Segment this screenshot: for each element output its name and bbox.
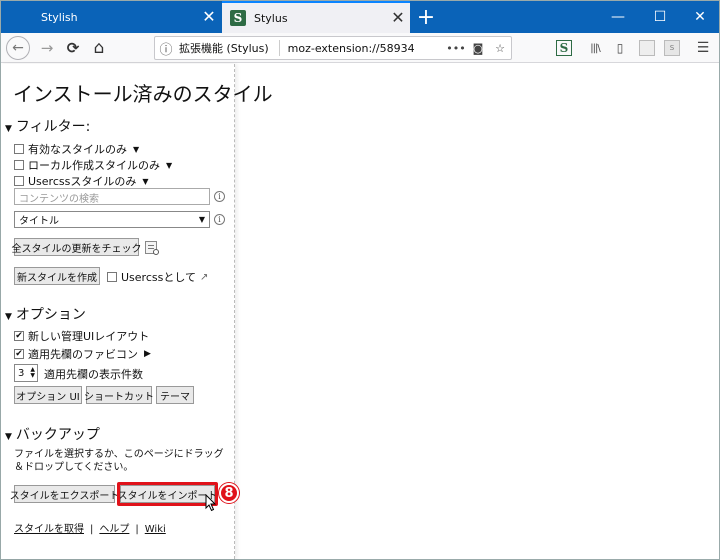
dropdown-caret-icon[interactable]: ▼ — [142, 177, 148, 186]
home-button[interactable]: ⌂ — [87, 36, 111, 60]
separator: | — [135, 524, 139, 535]
chevron-down-icon: ▼ — [198, 215, 205, 224]
close-icon[interactable]: ✕ — [197, 9, 221, 25]
forward-button[interactable]: → — [35, 36, 59, 60]
backup-description: ファイルを選択するか、このページにドラッグ＆ドロップしてください。 — [14, 449, 224, 473]
library-icon[interactable]: |||\ — [587, 40, 603, 56]
checkbox-label: 有効なスタイルのみ — [28, 143, 127, 156]
hamburger-menu-icon[interactable]: ☰ — [695, 40, 711, 56]
filter-usercss-only[interactable]: Usercssスタイルのみ ▼ — [14, 173, 149, 189]
checkbox[interactable] — [14, 160, 24, 170]
title-bar: Stylish ✕ S Stylus ✕ + — ☐ ✕ — [1, 1, 719, 33]
collapse-triangle-icon: ▼ — [5, 124, 12, 134]
checkbox-label: ローカル作成スタイルのみ — [28, 159, 160, 172]
get-styles-link[interactable]: スタイルを取得 — [14, 524, 84, 535]
maximize-button[interactable]: ☐ — [639, 1, 681, 33]
checkbox-label: 適用先欄のファビコン — [28, 348, 138, 361]
checkbox-checked[interactable]: ✔ — [14, 349, 24, 359]
extension-s-icon[interactable]: s — [664, 40, 680, 56]
page-content: インストール済みのスタイル ▼ フィルター: 有効なスタイルのみ ▼ ローカル作成… — [1, 64, 719, 559]
targets-count-label: 適用先欄の表示件数 — [44, 368, 143, 381]
check-updates-button[interactable]: 全スタイルの更新をチェック — [12, 238, 142, 256]
checkbox-checked[interactable]: ✔ — [14, 331, 24, 341]
sort-select[interactable]: タイトル ▼ — [14, 211, 210, 228]
checkbox[interactable] — [14, 144, 24, 154]
info-icon[interactable]: i — [214, 191, 225, 202]
close-icon[interactable]: ✕ — [386, 10, 410, 26]
new-tab-button[interactable]: + — [411, 1, 441, 33]
url-text[interactable]: moz-extension://58934 — [280, 42, 445, 55]
filter-heading-label: フィルター: — [15, 119, 91, 135]
separator: | — [90, 524, 94, 535]
tab-stylish[interactable]: Stylish ✕ — [1, 1, 221, 33]
checkbox[interactable] — [14, 176, 24, 186]
reload-button[interactable]: ⟳ — [61, 36, 85, 60]
back-arrow-icon: ← — [6, 36, 30, 60]
bookmark-star-icon[interactable]: ☆ — [489, 42, 511, 55]
backup-heading[interactable]: ▼ バックアップ — [5, 424, 100, 444]
collapse-triangle-icon: ▼ — [5, 312, 12, 322]
stylus-toolbar-icon[interactable]: S — [556, 40, 572, 56]
sort-select-value: タイトル — [19, 216, 59, 227]
collapse-triangle-icon: ▼ — [5, 432, 12, 442]
chevron-right-icon[interactable]: ▶ — [144, 349, 151, 359]
theme-button[interactable]: テーマ — [156, 386, 194, 404]
page-title: インストール済みのスタイル — [13, 82, 273, 106]
url-bar[interactable]: ⓘ 拡張機能 (Stylus) moz-extension://58934 ••… — [154, 36, 512, 60]
as-usercss-option[interactable]: Usercssとして ↗ — [107, 269, 208, 285]
filter-local-only[interactable]: ローカル作成スタイルのみ ▼ — [14, 157, 172, 173]
option-new-ui[interactable]: ✔ 新しい管理UIレイアウト — [14, 328, 149, 344]
extension-identity[interactable]: 拡張機能 (Stylus) — [177, 40, 280, 56]
search-input[interactable]: コンテンツの検索 — [14, 188, 210, 205]
dropdown-caret-icon[interactable]: ▼ — [133, 145, 139, 154]
targets-count-stepper[interactable]: 3 ▲ ▼ — [14, 364, 38, 382]
wiki-link[interactable]: Wiki — [145, 524, 166, 535]
options-ui-button[interactable]: オプション UI — [14, 386, 82, 404]
back-button[interactable]: ← — [6, 36, 30, 60]
options-heading-label: オプション — [15, 307, 86, 323]
footer-links: スタイルを取得 | ヘルプ | Wiki — [14, 520, 166, 535]
window-close-button[interactable]: ✕ — [679, 1, 720, 33]
update-history-icon[interactable] — [145, 241, 159, 255]
export-styles-button[interactable]: スタイルをエクスポート — [10, 485, 119, 503]
pocket-icon[interactable]: ◙ — [467, 42, 489, 55]
options-heading[interactable]: ▼ オプション — [5, 304, 86, 324]
sidebar-icon[interactable]: ▯ — [612, 40, 628, 56]
mouse-cursor-icon — [205, 494, 217, 512]
navigation-toolbar: ← → ⟳ ⌂ ⓘ 拡張機能 (Stylus) moz-extension://… — [1, 33, 719, 63]
extension-icon[interactable] — [639, 40, 655, 56]
minimize-button[interactable]: — — [597, 1, 639, 33]
checkbox-label: Usercssとして — [121, 271, 197, 284]
help-link[interactable]: ヘルプ — [99, 524, 129, 535]
tab-label: Stylus — [254, 11, 288, 25]
stylus-favicon-icon: S — [230, 10, 246, 26]
dropdown-caret-icon[interactable]: ▼ — [166, 161, 172, 170]
external-link-icon[interactable]: ↗ — [200, 272, 208, 283]
checkbox[interactable] — [107, 272, 117, 282]
filter-enabled-only[interactable]: 有効なスタイルのみ ▼ — [14, 141, 139, 157]
tab-label: Stylish — [41, 10, 78, 24]
option-favicons[interactable]: ✔ 適用先欄のファビコン ▶ — [14, 346, 151, 362]
info-icon[interactable]: ⓘ — [155, 39, 177, 58]
highlight-box — [117, 482, 218, 506]
targets-count-value: 3 — [18, 367, 25, 379]
page-actions-icon[interactable]: ••• — [445, 42, 467, 55]
backup-heading-label: バックアップ — [15, 427, 100, 443]
step-number-badge: 8 — [219, 483, 239, 503]
new-style-button[interactable]: 新スタイルを作成 — [14, 267, 100, 285]
tab-stylus[interactable]: S Stylus ✕ — [222, 1, 410, 33]
checkbox-label: Usercssスタイルのみ — [28, 175, 137, 188]
stepper-arrows-icon[interactable]: ▲ ▼ — [30, 367, 35, 379]
shortcuts-button[interactable]: ショートカット — [84, 386, 154, 404]
filter-heading[interactable]: ▼ フィルター: — [5, 116, 90, 136]
checkbox-label: 新しい管理UIレイアウト — [28, 330, 150, 343]
manage-sidebar: インストール済みのスタイル ▼ フィルター: 有効なスタイルのみ ▼ ローカル作成… — [1, 64, 273, 559]
info-icon[interactable]: i — [214, 214, 225, 225]
